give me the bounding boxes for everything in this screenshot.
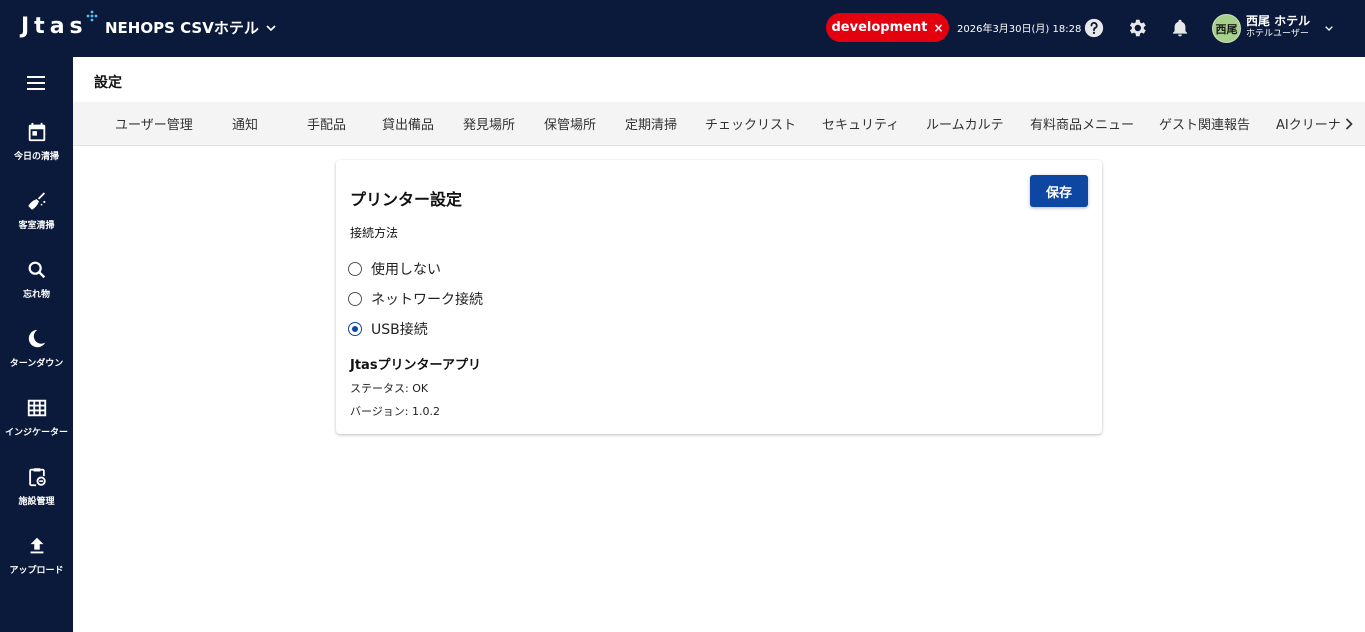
- clipboard-icon: [28, 468, 46, 487]
- current-datetime: 2026年3月30日(月) 18:28: [957, 24, 1082, 35]
- printer-settings-card: プリンター設定 保存 接続方法 使用しない ネットワーク接続 USB接続 Jta…: [336, 160, 1102, 434]
- chevron-right-icon[interactable]: [1339, 114, 1359, 134]
- tab-found-locations[interactable]: 発見場所: [463, 102, 515, 145]
- user-name: 西尾 ホテル: [1246, 14, 1311, 28]
- sidebar: 今日の清掃 客室清掃 忘れ物 ターンダウン インジケーター 施設管理 アップロー…: [0, 57, 73, 632]
- sidebar-item-room-cleaning[interactable]: 客室清掃: [0, 184, 73, 246]
- chevron-down-icon: [266, 24, 276, 31]
- connection-method-label: 接続方法: [350, 226, 399, 240]
- printer-app-status: ステータス: OK: [350, 382, 429, 395]
- hotel-switcher[interactable]: NEHOPS CSVホテル: [105, 17, 279, 38]
- close-icon[interactable]: ×: [933, 21, 943, 35]
- sidebar-item-label: 施設管理: [18, 497, 55, 507]
- bell-icon[interactable]: [1168, 16, 1192, 40]
- grid-icon: [27, 399, 46, 417]
- top-bar: Jtas NEHOPS CSVホテル development × 2026年3月…: [0, 0, 1365, 57]
- user-menu-chevron-down-icon[interactable]: [1321, 20, 1337, 36]
- logo-plus-icon: [86, 10, 98, 22]
- tab-storage-locations[interactable]: 保管場所: [544, 102, 596, 145]
- radio-button[interactable]: [348, 292, 362, 306]
- user-role: ホテルユーザー: [1246, 29, 1309, 39]
- sidebar-item-facility[interactable]: 施設管理: [0, 460, 73, 522]
- tab-arrangements[interactable]: 手配品: [307, 102, 346, 145]
- moon-icon: [28, 329, 45, 348]
- broom-icon: [27, 192, 45, 210]
- sidebar-item-indicator[interactable]: インジケーター: [0, 391, 73, 453]
- sidebar-item-label: アップロード: [9, 566, 64, 576]
- app-logo[interactable]: Jtas: [21, 14, 88, 39]
- sidebar-item-label: 今日の清掃: [13, 152, 59, 162]
- sidebar-item-label: 客室清掃: [18, 221, 55, 231]
- sidebar-item-upload[interactable]: アップロード: [0, 529, 73, 591]
- avatar[interactable]: 西尾: [1212, 14, 1241, 43]
- sidebar-item-label: 忘れ物: [22, 290, 50, 300]
- gear-icon[interactable]: [1125, 16, 1149, 40]
- sidebar-item-label: ターンダウン: [9, 359, 64, 369]
- calendar-icon: [28, 122, 45, 142]
- radio-option-usb[interactable]: USB接続: [348, 319, 428, 339]
- tab-periodic-cleaning[interactable]: 定期清掃: [625, 102, 677, 145]
- upload-icon: [30, 537, 43, 554]
- tab-notifications[interactable]: 通知: [232, 102, 258, 145]
- tab-room-chart[interactable]: ルームカルテ: [926, 102, 1004, 145]
- radio-label: USB接続: [371, 322, 428, 338]
- printer-settings-title: プリンター設定: [350, 190, 463, 209]
- environment-badge: development ×: [826, 13, 949, 42]
- search-icon: [28, 261, 45, 279]
- printer-app-version: バージョン: 1.0.2: [350, 405, 440, 418]
- radio-button[interactable]: [348, 262, 362, 276]
- tab-security[interactable]: セキュリティ: [822, 102, 899, 145]
- radio-label: ネットワーク接続: [371, 292, 483, 308]
- save-button[interactable]: 保存: [1030, 175, 1088, 207]
- settings-tabs: ユーザー管理 通知 手配品 貸出備品 発見場所 保管場所 定期清掃 チェックリス…: [73, 102, 1365, 146]
- tab-rental-equipment[interactable]: 貸出備品: [382, 102, 434, 145]
- sidebar-item-turndown[interactable]: ターンダウン: [0, 322, 73, 384]
- radio-option-none[interactable]: 使用しない: [348, 259, 441, 279]
- tab-checklist[interactable]: チェックリスト: [705, 102, 796, 145]
- tab-user-management[interactable]: ユーザー管理: [115, 102, 193, 145]
- radio-option-network[interactable]: ネットワーク接続: [348, 289, 483, 309]
- page-title: 設定: [94, 75, 122, 91]
- sidebar-item-label: インジケーター: [4, 428, 68, 438]
- help-icon[interactable]: [1082, 16, 1106, 40]
- sidebar-item-today-cleaning[interactable]: 今日の清掃: [0, 115, 73, 177]
- radio-label: 使用しない: [371, 262, 441, 278]
- printer-app-title: Jtasプリンターアプリ: [350, 358, 482, 373]
- tab-guest-reports[interactable]: ゲスト関連報告: [1159, 102, 1250, 145]
- hamburger-menu-icon[interactable]: [24, 71, 48, 95]
- radio-button-checked[interactable]: [348, 322, 362, 336]
- environment-label: development: [831, 20, 928, 35]
- sidebar-item-lost-items[interactable]: 忘れ物: [0, 253, 73, 315]
- tab-paid-menu[interactable]: 有料商品メニュー: [1030, 102, 1134, 145]
- tab-ai-cleaner[interactable]: AIクリーナ: [1276, 102, 1341, 145]
- hotel-name: NEHOPS CSVホテル: [105, 19, 259, 37]
